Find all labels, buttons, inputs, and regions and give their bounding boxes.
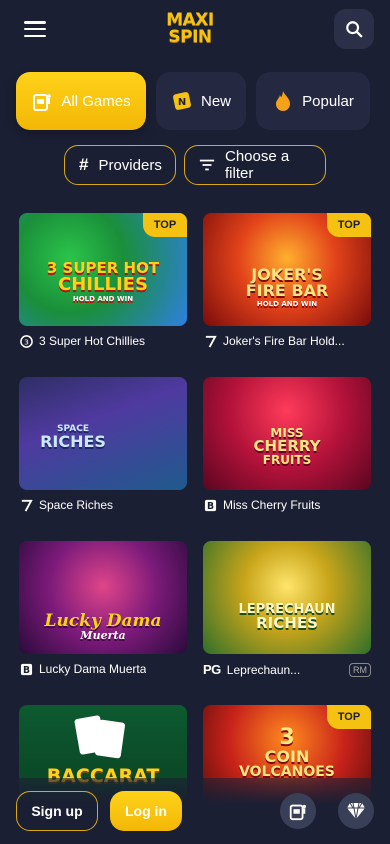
category-tabs: All Games N New Popular	[16, 72, 374, 130]
svg-text:3: 3	[24, 337, 29, 346]
game-caption: B Lucky Dama Muerta	[19, 662, 187, 676]
game-name: 3 Super Hot Chillies	[39, 334, 146, 348]
game-art-title: SPACE RICHES	[23, 425, 123, 450]
hamburger-menu-icon[interactable]	[24, 21, 46, 37]
game-thumbnail[interactable]: LEPRECHAUN RICHES	[203, 541, 371, 654]
choose-filter-button[interactable]: Choose a filter	[184, 145, 326, 185]
pg-provider-icon: PG	[203, 662, 221, 677]
7-provider-icon	[203, 334, 217, 348]
top-badge: TOP	[143, 213, 187, 237]
game-card[interactable]: Lucky Dama Muerta B Lucky Dama Muerta	[19, 541, 187, 705]
rm-badge: RM	[349, 662, 371, 677]
diamond-icon	[347, 802, 365, 820]
art-line: RICHES	[256, 614, 318, 632]
logo-line-2: SPIN	[168, 27, 212, 47]
filter-bar: # Providers Choose a filter	[64, 145, 326, 185]
tab-new[interactable]: N New	[156, 72, 246, 130]
vip-button[interactable]	[338, 793, 374, 829]
7-provider-icon	[19, 498, 33, 512]
tab-popular[interactable]: Popular	[256, 72, 370, 130]
game-name: Lucky Dama Muerta	[39, 662, 147, 676]
svg-text:B: B	[206, 501, 213, 512]
b-provider-icon: B	[19, 662, 33, 676]
header: MAXI SPIN	[0, 0, 390, 58]
art-line: Lucky Dama	[44, 611, 162, 631]
game-caption: B Miss Cherry Fruits	[203, 498, 371, 512]
art-sub: Muerta	[80, 629, 126, 642]
art-line: RICHES	[40, 432, 106, 451]
filter-lines-icon	[199, 159, 215, 171]
signup-button[interactable]: Sign up	[16, 791, 98, 831]
game-caption: Joker's Fire Bar Hold...	[203, 334, 371, 348]
game-thumbnail[interactable]: TOP 3 SUPER HOT CHILLIES HOLD AND WIN	[19, 213, 187, 326]
top-badge: TOP	[327, 213, 371, 237]
art-line: VOLCANOES	[239, 764, 335, 780]
game-name: Miss Cherry Fruits	[223, 498, 321, 512]
game-card[interactable]: LEPRECHAUN RICHES PG Leprechaun... RM	[203, 541, 371, 705]
game-art-title: MISS CHERRY FRUITS	[203, 427, 371, 466]
playing-card-art	[94, 719, 126, 759]
game-caption: 3 3 Super Hot Chillies	[19, 334, 187, 348]
game-thumbnail[interactable]: Lucky Dama Muerta	[19, 541, 187, 654]
art-sub: HOLD AND WIN	[72, 295, 134, 303]
game-art-title: JOKER'S FIRE BAR HOLD AND WIN	[203, 267, 371, 308]
search-button[interactable]	[333, 9, 374, 49]
tab-label: New	[200, 92, 231, 110]
svg-text:B: B	[22, 665, 29, 676]
game-card[interactable]: SPACE RICHES Space Riches	[19, 377, 187, 541]
providers-button[interactable]: # Providers	[64, 145, 176, 185]
art-line: CHERRY	[253, 437, 321, 455]
game-art-title: 3 SUPER HOT CHILLIES HOLD AND WIN	[19, 261, 187, 303]
tab-all-games[interactable]: All Games	[16, 72, 146, 130]
art-line: COIN	[264, 747, 310, 766]
tab-label: Popular	[302, 92, 354, 110]
providers-label: Providers	[98, 156, 162, 174]
slot-games-button[interactable]	[280, 793, 316, 829]
game-card[interactable]: TOP JOKER'S FIRE BAR HOLD AND WIN Joker'…	[203, 213, 371, 377]
game-card[interactable]: MISS CHERRY FRUITS B Miss Cherry Fruits	[203, 377, 371, 541]
game-art-title: LEPRECHAUN RICHES	[203, 603, 371, 631]
bottom-bar: Sign up Log in	[0, 778, 390, 844]
new-badge-icon: N	[171, 90, 193, 112]
games-grid: TOP 3 SUPER HOT CHILLIES HOLD AND WIN 3 …	[19, 213, 371, 844]
game-thumbnail[interactable]: TOP JOKER'S FIRE BAR HOLD AND WIN	[203, 213, 371, 326]
login-button[interactable]: Log in	[110, 791, 182, 831]
svg-text:N: N	[178, 97, 186, 108]
game-caption: PG Leprechaun... RM	[203, 662, 371, 677]
search-icon	[346, 21, 363, 38]
flame-icon	[272, 90, 294, 112]
game-thumbnail[interactable]: MISS CHERRY FRUITS	[203, 377, 371, 490]
top-badge: TOP	[327, 705, 371, 729]
game-art-title: Lucky Dama Muerta	[19, 611, 187, 642]
game-art-title: 3 COIN VOLCANOES	[203, 725, 371, 780]
game-caption: Space Riches	[19, 498, 187, 512]
game-name: Leprechaun...	[226, 662, 301, 677]
art-sub: HOLD AND WIN	[256, 300, 318, 308]
slot-machine-icon	[31, 90, 53, 112]
art-line: FIRE BAR	[245, 281, 329, 300]
3oaks-icon: 3	[19, 334, 33, 348]
art-line: 3	[279, 725, 295, 750]
filter-label: Choose a filter	[225, 148, 290, 182]
slot-machine-icon	[289, 804, 306, 821]
art-line: FRUITS	[262, 453, 312, 467]
tab-label: All Games	[61, 92, 131, 110]
b-provider-icon: B	[203, 498, 217, 512]
game-name: Joker's Fire Bar Hold...	[223, 334, 345, 348]
game-card[interactable]: TOP 3 SUPER HOT CHILLIES HOLD AND WIN 3 …	[19, 213, 187, 377]
hash-icon: #	[79, 155, 89, 174]
maxispin-logo[interactable]: MAXI SPIN	[166, 12, 214, 46]
art-line: CHILLIES	[58, 274, 148, 295]
game-name: Space Riches	[39, 498, 114, 512]
game-thumbnail[interactable]: SPACE RICHES	[19, 377, 187, 490]
